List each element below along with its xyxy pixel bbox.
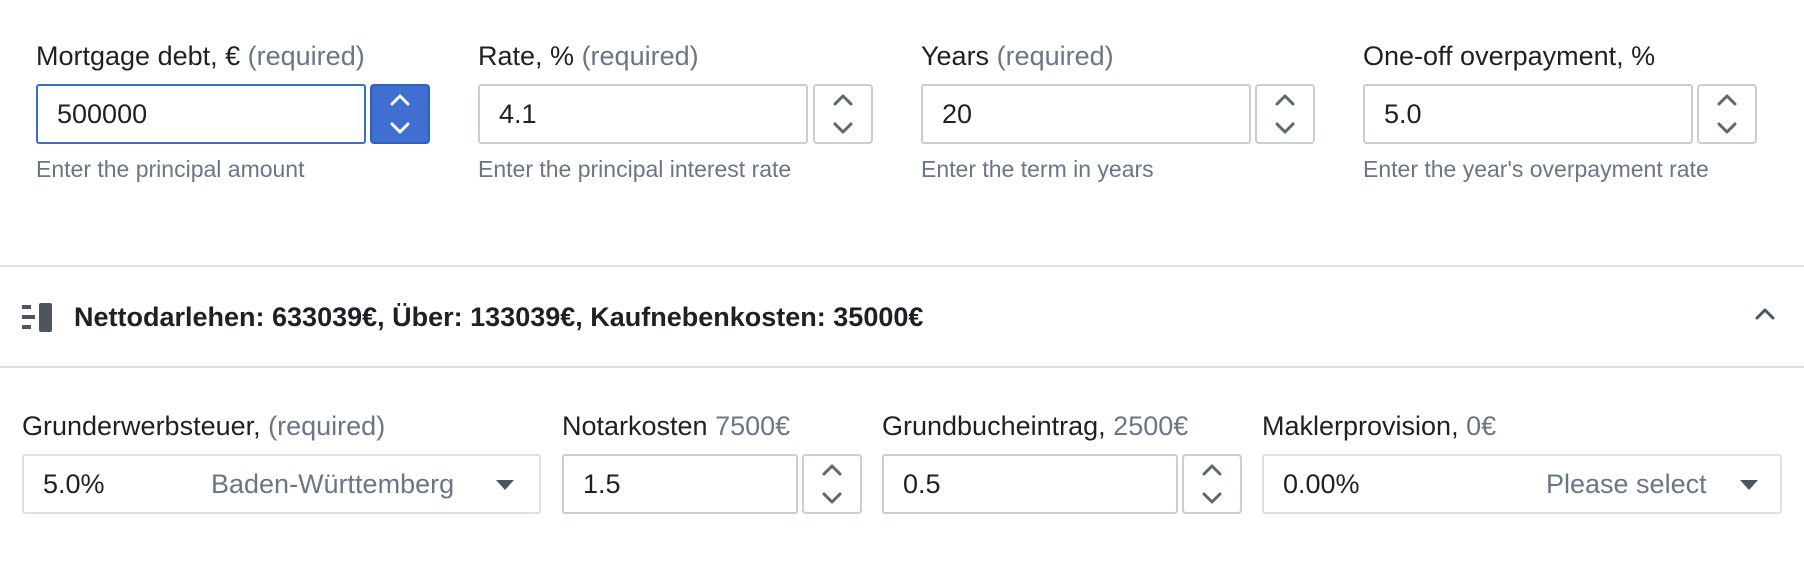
maklerprovision-rate: 0.00% [1283, 469, 1360, 499]
decrement-button[interactable] [804, 484, 860, 512]
notarkosten-label: Notarkosten 7500€ [562, 410, 790, 442]
chevron-down-icon [1717, 122, 1737, 134]
chevron-down-icon [833, 122, 853, 134]
list-icon [22, 303, 52, 332]
rate-label: Rate, % (required) [478, 40, 699, 72]
grundbucheintrag-amount: 2500€ [1113, 411, 1189, 441]
required-indicator: (required) [247, 41, 365, 71]
chevron-down-icon [822, 492, 842, 504]
chevron-up-icon [390, 94, 410, 106]
years-value: 20 [942, 99, 973, 129]
mortgage-debt-label: Mortgage debt, € (required) [36, 40, 365, 72]
decrement-button[interactable] [1184, 484, 1240, 512]
mortgage-debt-value: 500000 [57, 99, 148, 129]
grundbucheintrag-label-text: Grundbucheintrag, [882, 411, 1106, 441]
required-indicator: (required) [996, 41, 1114, 71]
summary-title: Nettodarlehen: 633039€, Über: 133039€, K… [74, 302, 924, 332]
grunderwerbsteuer-label: Grunderwerbsteuer, (required) [22, 410, 385, 442]
rate-input[interactable]: 4.1 [478, 84, 808, 144]
increment-button[interactable] [372, 86, 428, 114]
maklerprovision-label: Maklerprovision, 0€ [1262, 410, 1496, 442]
grundbucheintrag-stepper[interactable] [1182, 454, 1242, 514]
years-input[interactable]: 20 [921, 84, 1251, 144]
dropdown-caret-icon [496, 480, 514, 490]
mortgage-debt-stepper[interactable] [370, 84, 430, 144]
grunderwerbsteuer-select[interactable]: 5.0% Baden-Württemberg [22, 454, 541, 514]
rate-hint: Enter the principal interest rate [478, 156, 792, 182]
chevron-up-icon [1717, 94, 1737, 106]
mortgage-debt-hint: Enter the principal amount [36, 156, 305, 182]
years-stepper[interactable] [1255, 84, 1315, 144]
required-indicator: (required) [268, 411, 386, 441]
increment-button[interactable] [1184, 456, 1240, 484]
chevron-up-icon [833, 94, 853, 106]
notarkosten-value: 1.5 [583, 469, 621, 499]
overpayment-input[interactable]: 5.0 [1363, 84, 1693, 144]
years-label: Years (required) [921, 40, 1114, 72]
chevron-up-icon [822, 464, 842, 476]
chevron-down-icon [1275, 122, 1295, 134]
years-label-text: Years [921, 41, 990, 71]
grunderwerbsteuer-label-text: Grunderwerbsteuer, [22, 411, 261, 441]
maklerprovision-amount: 0€ [1466, 411, 1497, 441]
chevron-up-icon[interactable] [1754, 307, 1776, 321]
maklerprovision-select[interactable]: 0.00% Please select [1262, 454, 1782, 514]
maklerprovision-placeholder: Please select [1546, 469, 1707, 499]
state-selected-option: Baden-Württemberg [211, 469, 455, 499]
notarkosten-amount: 7500€ [715, 411, 791, 441]
increment-button[interactable] [1699, 86, 1755, 114]
grundbucheintrag-input[interactable]: 0.5 [882, 454, 1178, 514]
overpayment-value: 5.0 [1384, 99, 1422, 129]
rate-stepper[interactable] [813, 84, 873, 144]
increment-button[interactable] [1257, 86, 1313, 114]
maklerprovision-label-text: Maklerprovision, [1262, 411, 1459, 441]
overpayment-stepper[interactable] [1697, 84, 1757, 144]
overpayment-label-text: One-off overpayment, % [1363, 41, 1656, 71]
summary-section-header[interactable]: Nettodarlehen: 633039€, Über: 133039€, K… [0, 267, 1804, 366]
decrement-button[interactable] [372, 114, 428, 142]
grundbucheintrag-value: 0.5 [903, 469, 941, 499]
overpayment-hint: Enter the year's overpayment rate [1363, 156, 1709, 182]
notarkosten-input[interactable]: 1.5 [562, 454, 798, 514]
grunderwerbsteuer-rate: 5.0% [43, 469, 105, 499]
years-hint: Enter the term in years [921, 156, 1154, 182]
divider [0, 366, 1804, 368]
chevron-down-icon [1202, 492, 1222, 504]
decrement-button[interactable] [1699, 114, 1755, 142]
notarkosten-stepper[interactable] [802, 454, 862, 514]
chevron-up-icon [1202, 464, 1222, 476]
required-indicator: (required) [581, 41, 699, 71]
overpayment-label: One-off overpayment, % [1363, 40, 1655, 72]
decrement-button[interactable] [1257, 114, 1313, 142]
mortgage-debt-input[interactable]: 500000 [36, 84, 366, 144]
increment-button[interactable] [804, 456, 860, 484]
dropdown-caret-icon [1740, 480, 1758, 490]
grundbucheintrag-label: Grundbucheintrag, 2500€ [882, 410, 1188, 442]
rate-label-text: Rate, % [478, 41, 575, 71]
rate-value: 4.1 [499, 99, 537, 129]
chevron-up-icon [1275, 94, 1295, 106]
mortgage-debt-label-text: Mortgage debt, € [36, 41, 241, 71]
notarkosten-label-text: Notarkosten [562, 411, 708, 441]
decrement-button[interactable] [815, 114, 871, 142]
chevron-down-icon [390, 122, 410, 134]
increment-button[interactable] [815, 86, 871, 114]
